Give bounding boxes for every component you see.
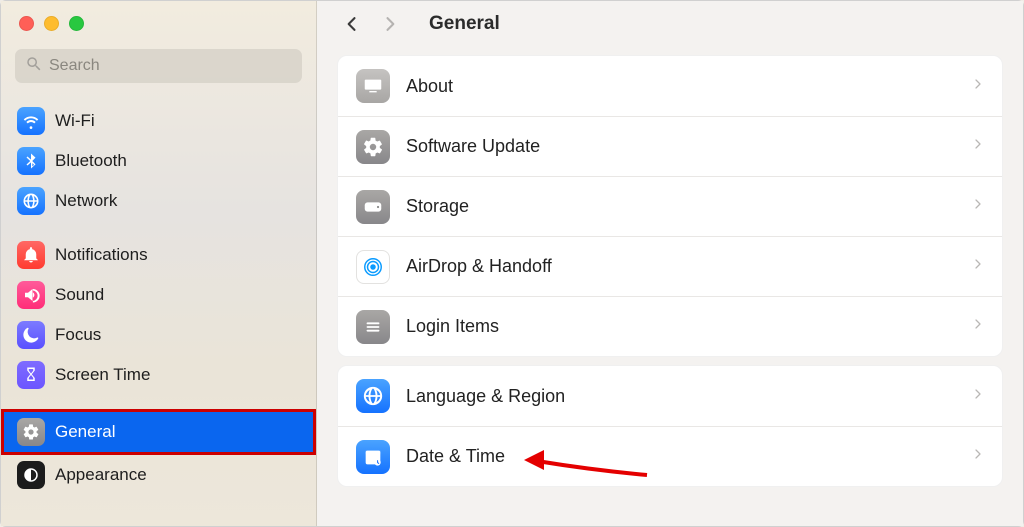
gear-icon [17,418,45,446]
appearance-icon [17,461,45,489]
row-label: Language & Region [406,386,956,407]
sidebar-item-screen-time[interactable]: Screen Time [5,355,312,395]
row-date-time[interactable]: Date & Time [338,426,1002,486]
content-header: General [317,1,1023,47]
chevron-right-icon [972,75,984,98]
page-title: General [429,13,500,35]
sidebar-item-focus[interactable]: Focus [5,315,312,355]
calendar-icon [356,440,390,474]
bluetooth-icon [17,147,45,175]
hourglass-icon [17,361,45,389]
sidebar-item-label: Wi-Fi [55,111,95,131]
nav-back-button[interactable] [335,9,369,39]
chevron-right-icon [972,135,984,158]
chevron-right-icon [972,315,984,338]
content-pane: General About Software Update Storage [317,1,1023,526]
close-window-button[interactable] [19,16,34,31]
wifi-icon [17,107,45,135]
display-icon [356,69,390,103]
sidebar-item-bluetooth[interactable]: Bluetooth [5,141,312,181]
sidebar-group-network: Wi-Fi Bluetooth Network [1,97,316,225]
sidebar-item-sound[interactable]: Sound [5,275,312,315]
row-airdrop-handoff[interactable]: AirDrop & Handoff [338,236,1002,296]
search-field[interactable] [15,49,302,83]
row-login-items[interactable]: Login Items [338,296,1002,356]
chevron-right-icon [972,445,984,468]
settings-panel-2: Language & Region Date & Time [337,365,1003,487]
row-label: Login Items [406,316,956,337]
row-label: Software Update [406,136,956,157]
sidebar-item-label: Notifications [55,245,148,265]
sidebar-item-label: Sound [55,285,104,305]
bell-icon [17,241,45,269]
search-icon [25,55,43,78]
window-traffic-lights [1,1,316,43]
search-input[interactable] [49,57,292,75]
globe-icon [17,187,45,215]
chevron-right-icon [972,195,984,218]
sidebar-item-label: General [55,422,115,442]
row-label: Date & Time [406,446,956,467]
sidebar-item-label: Network [55,191,117,211]
row-software-update[interactable]: Software Update [338,116,1002,176]
moon-icon [17,321,45,349]
maximize-window-button[interactable] [69,16,84,31]
list-icon [356,310,390,344]
row-label: About [406,76,956,97]
sidebar-item-label: Appearance [55,465,147,485]
sidebar-item-wifi[interactable]: Wi-Fi [5,101,312,141]
globe-icon [356,379,390,413]
sidebar-item-notifications[interactable]: Notifications [5,235,312,275]
minimize-window-button[interactable] [44,16,59,31]
sidebar: Wi-Fi Bluetooth Network Notifications [1,1,317,526]
nav-forward-button[interactable] [373,9,407,39]
sidebar-item-general[interactable]: General [1,409,316,455]
row-storage[interactable]: Storage [338,176,1002,236]
row-label: AirDrop & Handoff [406,256,956,277]
sidebar-group-system: General Appearance [1,399,316,499]
speaker-icon [17,281,45,309]
chevron-right-icon [972,255,984,278]
settings-panel-1: About Software Update Storage AirDrop & … [337,55,1003,357]
row-language-region[interactable]: Language & Region [338,366,1002,426]
sidebar-group-focus: Notifications Sound Focus Screen Time [1,225,316,399]
row-label: Storage [406,196,956,217]
chevron-right-icon [972,385,984,408]
sidebar-item-network[interactable]: Network [5,181,312,221]
sidebar-item-appearance[interactable]: Appearance [5,455,312,495]
airdrop-icon [356,250,390,284]
row-about[interactable]: About [338,56,1002,116]
disk-icon [356,190,390,224]
sidebar-item-label: Screen Time [55,365,150,385]
sidebar-item-label: Focus [55,325,101,345]
sidebar-item-label: Bluetooth [55,151,127,171]
gear-icon [356,130,390,164]
